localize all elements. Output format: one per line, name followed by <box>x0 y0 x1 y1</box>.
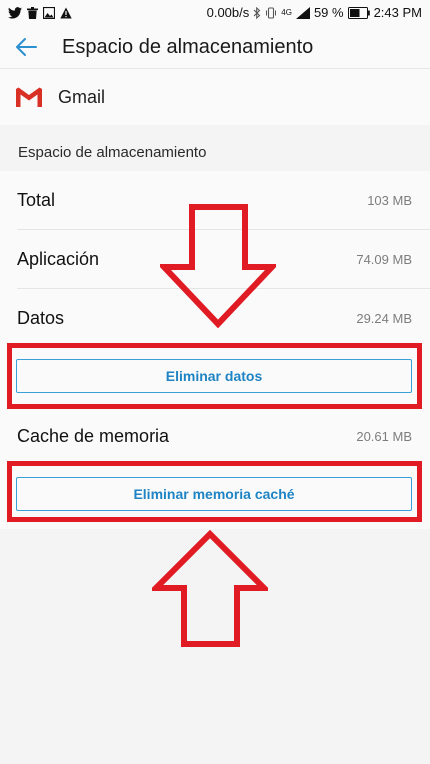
storage-card: Total 103 MB Aplicación 74.09 MB Datos 2… <box>0 171 430 529</box>
storage-row-data: Datos 29.24 MB <box>0 289 430 347</box>
annotation-arrow-up-icon <box>152 530 268 647</box>
storage-app-value: 74.09 MB <box>356 251 412 267</box>
app-name: Gmail <box>58 86 106 107</box>
network-speed: 0.00b/s <box>206 5 250 20</box>
battery-icon <box>347 7 370 19</box>
back-button[interactable] <box>12 33 40 61</box>
gmail-icon <box>16 87 42 107</box>
signal-icon <box>295 7 310 19</box>
storage-row-cache: Cache de memoria 20.61 MB <box>0 407 430 465</box>
storage-row-total: Total 103 MB <box>0 171 430 229</box>
warning-icon <box>60 7 72 19</box>
trash-icon <box>27 7 38 19</box>
status-system: 0.00b/s 4G 59 % 2:43 PM <box>207 0 430 26</box>
network-type: 4G <box>281 8 292 17</box>
section-title: Espacio de almacenamiento <box>18 144 207 161</box>
image-icon <box>43 7 55 19</box>
page-title: Espacio de almacenamiento <box>62 35 314 58</box>
app-bar: Espacio de almacenamiento <box>0 26 430 69</box>
battery-percent: 59 % <box>313 5 344 20</box>
storage-data-value: 29.24 MB <box>356 310 412 326</box>
storage-cache-label: Cache de memoria <box>17 425 170 446</box>
storage-total-value: 103 MB <box>367 192 412 208</box>
status-notifications <box>0 7 72 19</box>
status-bar: 0.00b/s 4G 59 % 2:43 PM <box>0 0 430 26</box>
storage-total-label: Total <box>17 189 56 210</box>
clear-data-button[interactable]: Eliminar datos <box>16 359 412 393</box>
arrow-back-icon <box>16 38 37 56</box>
vibrate-icon <box>266 7 277 19</box>
bluetooth-icon <box>253 7 261 19</box>
storage-data-label: Datos <box>17 307 65 328</box>
app-header: Gmail <box>0 69 430 125</box>
storage-row-app: Aplicación 74.09 MB <box>0 230 430 288</box>
storage-cache-value: 20.61 MB <box>356 428 412 444</box>
clear-cache-button[interactable]: Eliminar memoria caché <box>16 477 412 511</box>
storage-app-label: Aplicación <box>17 248 100 269</box>
twitter-icon <box>8 7 22 19</box>
clock: 2:43 PM <box>373 5 422 20</box>
